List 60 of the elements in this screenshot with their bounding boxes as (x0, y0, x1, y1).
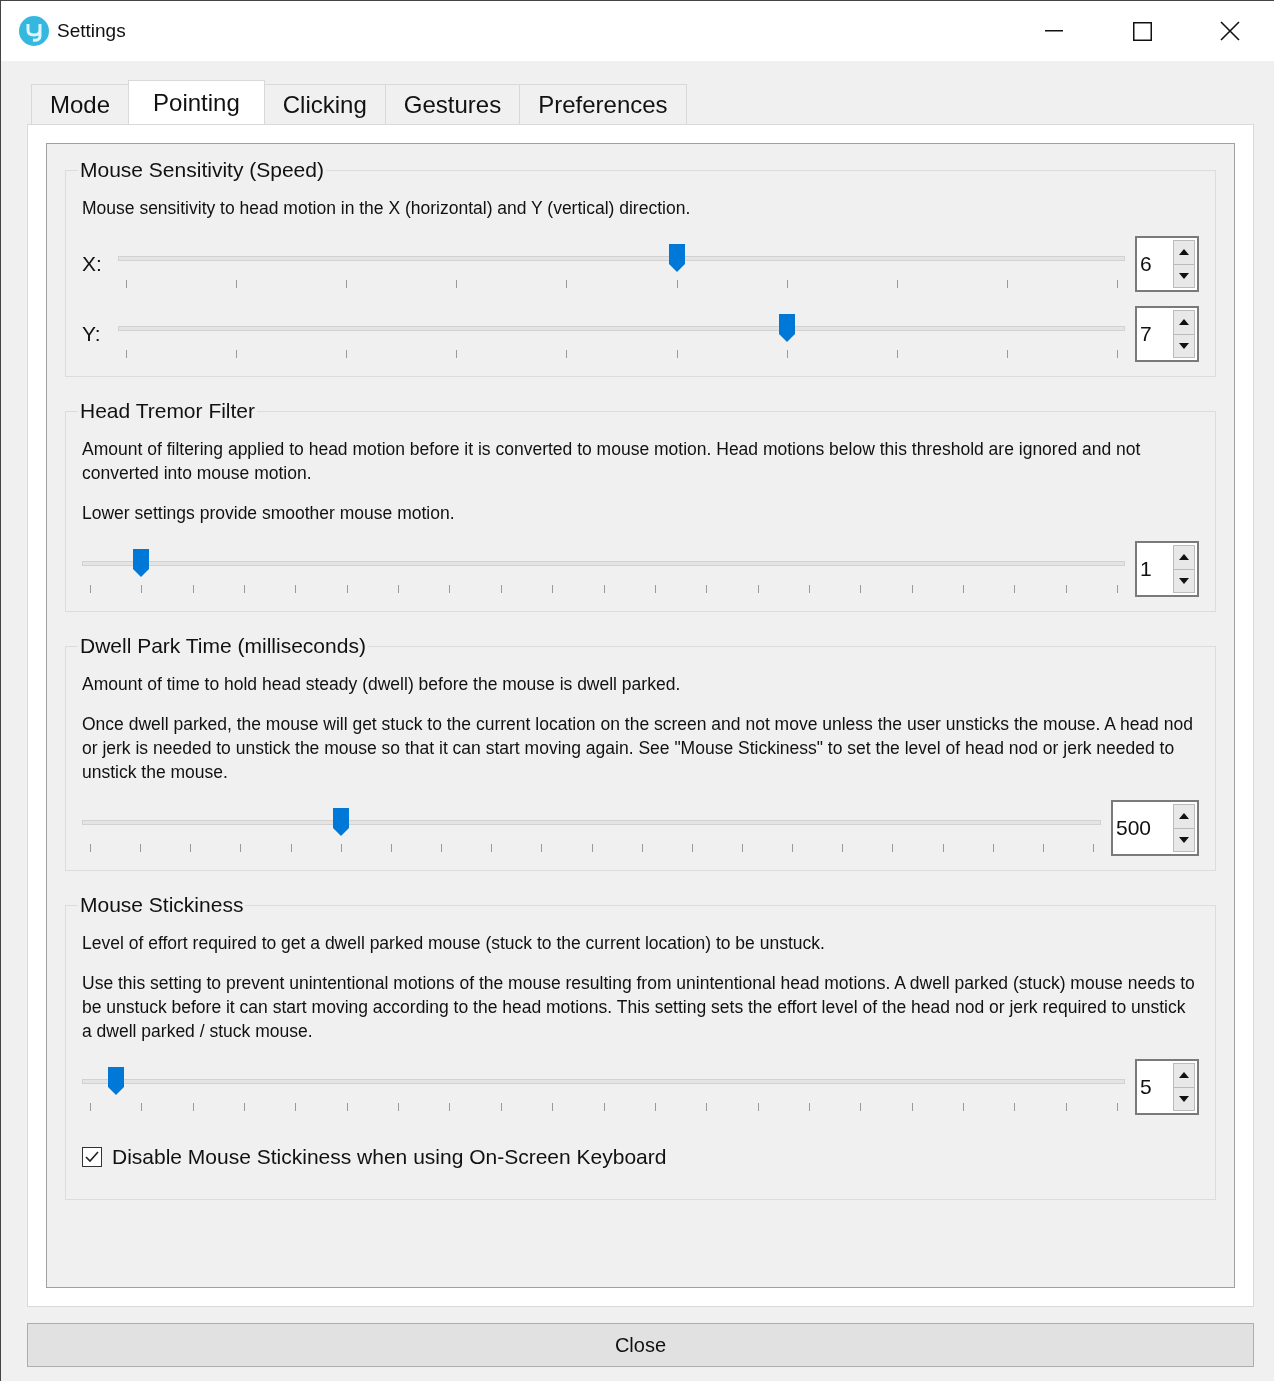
section-title: Mouse Stickiness (79, 893, 245, 917)
description-text: Amount of time to hold head steady (dwell) before the mouse is dwell parked. (82, 673, 682, 696)
spin-value: 1 (1139, 556, 1153, 582)
spin-value: 7 (1139, 321, 1153, 347)
app-icon (19, 16, 49, 46)
window-title: Settings (57, 20, 127, 42)
description-text: Amount of filtering applied to head motion before it is converted to mouse motion. Head motions below this threshold are ignored and not converted into mouse motion. (82, 438, 1142, 485)
down-arrow-icon (1179, 836, 1189, 843)
tab[interactable]: Preferences (519, 84, 687, 124)
up-arrow-icon (1179, 319, 1189, 326)
section-title: Dwell Park Time (milliseconds) (79, 634, 367, 658)
spin-box[interactable]: 7 (1135, 306, 1199, 362)
up-arrow-icon (1179, 813, 1189, 820)
slider-thumb[interactable] (332, 808, 349, 836)
description-text: Lower settings provide smoother mouse motion. (82, 502, 456, 525)
down-arrow-icon (1179, 272, 1189, 279)
check-icon (85, 1151, 99, 1163)
spin-down-button[interactable] (1174, 827, 1194, 851)
description-text: Mouse sensitivity to head motion in the X (horizontal) and Y (vertical) direction. (82, 197, 692, 220)
slider-thumb[interactable] (107, 1067, 124, 1095)
close-icon[interactable] (1220, 21, 1240, 41)
axis-label: X: (82, 252, 103, 276)
spin-value: 6 (1139, 251, 1153, 277)
minimize-icon[interactable] (1045, 30, 1063, 32)
spin-box[interactable]: 5 (1135, 1059, 1199, 1115)
spin-down-button[interactable] (1174, 568, 1194, 592)
slider-thumb[interactable] (669, 244, 685, 272)
spin-up-button[interactable] (1174, 311, 1194, 334)
tab[interactable]: Pointing (128, 80, 265, 124)
spin-down-button[interactable] (1174, 263, 1194, 287)
checkbox[interactable] (82, 1147, 102, 1167)
slider-thumb[interactable] (779, 314, 795, 342)
checkbox-label[interactable]: Disable Mouse Stickiness when using On-Screen Keyboard (112, 1145, 667, 1169)
spin-up-button[interactable] (1174, 805, 1194, 828)
axis-label: Y: (82, 322, 102, 346)
up-arrow-icon (1179, 1072, 1189, 1079)
spin-up-button[interactable] (1174, 546, 1194, 569)
down-arrow-icon (1179, 1095, 1189, 1102)
maximize-icon[interactable] (1132, 21, 1152, 41)
spin-down-button[interactable] (1174, 333, 1194, 357)
down-arrow-icon (1179, 342, 1189, 349)
description-text: Once dwell parked, the mouse will get stuck to the current location on the screen and not move unless the user unsticks the mouse. A head nod or jerk is needed to unstick the mouse so that it can start moving again. See "Mouse Stickiness" to set the level of head nod or jerk needed to unstick the mouse. (82, 713, 1194, 784)
spin-value: 500 (1115, 815, 1153, 841)
up-arrow-icon (1179, 249, 1189, 256)
close-button[interactable]: Close (27, 1323, 1254, 1367)
spin-box[interactable]: 500 (1111, 800, 1199, 856)
spin-up-button[interactable] (1174, 241, 1194, 264)
spin-up-button[interactable] (1174, 1064, 1194, 1087)
slider-thumb[interactable] (133, 549, 150, 577)
spin-box[interactable]: 1 (1135, 541, 1199, 597)
section-title: Head Tremor Filter (79, 399, 257, 423)
spin-down-button[interactable] (1174, 1086, 1194, 1110)
description-text: Use this setting to prevent unintentional motions of the mouse resulting from unintentional head motions. A dwell parked (stuck) mouse needs to be unstuck before it can start moving according to the head motions. This setting sets the effort level of the head nod or jerk required to unstick a dwell parked / stuck mouse. (82, 972, 1196, 1043)
tab[interactable]: Mode (31, 84, 130, 124)
description-text: Level of effort required to get a dwell parked mouse (stuck to the current location) to be unstuck. (82, 932, 826, 955)
section-title: Mouse Sensitivity (Speed) (79, 158, 325, 182)
up-arrow-icon (1179, 554, 1189, 561)
spin-box[interactable]: 6 (1135, 236, 1199, 292)
down-arrow-icon (1179, 577, 1189, 584)
spin-value: 5 (1139, 1074, 1153, 1100)
